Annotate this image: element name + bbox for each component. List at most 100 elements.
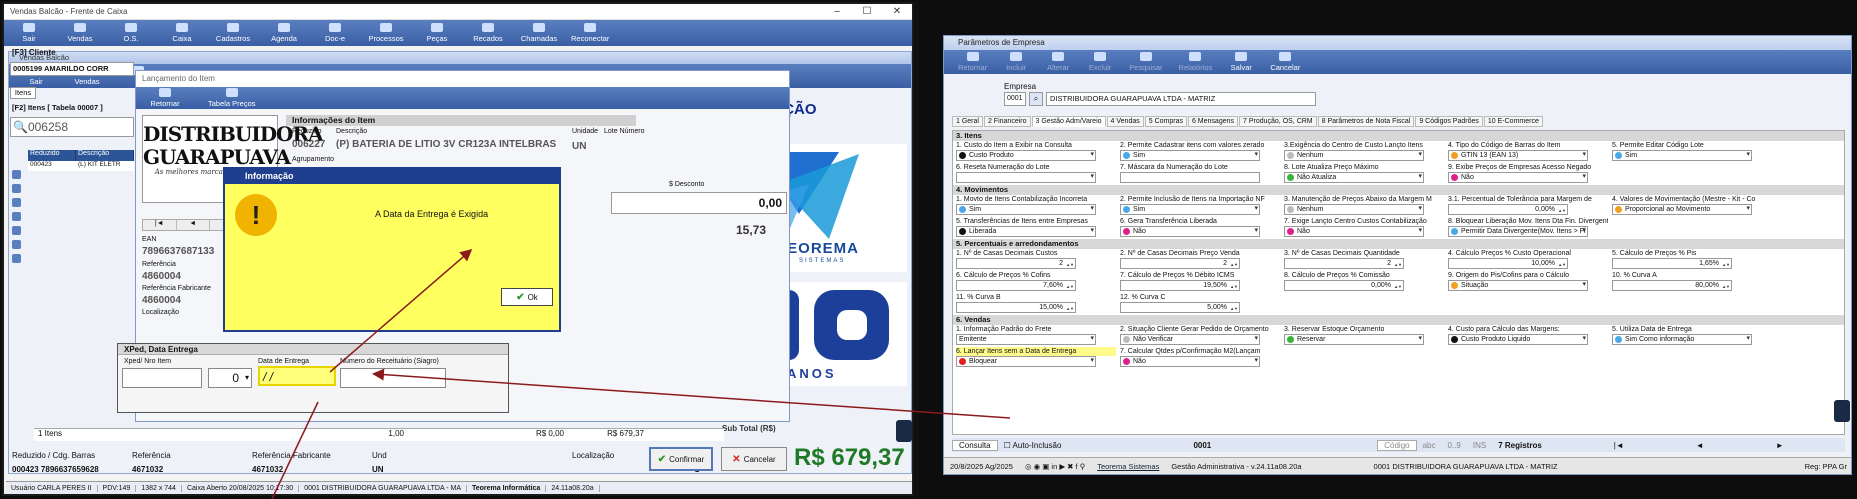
- numeric-stepper[interactable]: 1,65%: [1612, 258, 1732, 269]
- numeric-stepper[interactable]: 19,50%: [1120, 280, 1240, 291]
- parameter-select[interactable]: GTIN 13 (EAN 13): [1448, 150, 1588, 161]
- ok-button[interactable]: ✔ Ok: [501, 288, 553, 306]
- tab-parameter[interactable]: 6 Mensagens: [1187, 116, 1238, 127]
- calls-button[interactable]: Chamadas: [520, 23, 558, 43]
- parameter-select[interactable]: Custo Produto Liquido: [1448, 334, 1588, 345]
- table-row[interactable]: 000423 (L) KIT ELETR: [28, 161, 134, 171]
- parameter-select[interactable]: Não Verificar: [1120, 334, 1260, 345]
- numeric-stepper[interactable]: 2: [1120, 258, 1240, 269]
- xped-input[interactable]: [122, 368, 202, 388]
- parameter-select[interactable]: Situação: [1448, 280, 1588, 291]
- reconnect-button[interactable]: Reconectar: [571, 23, 609, 43]
- tab-parameter[interactable]: 8 Parâmetros de Nota Fiscal: [1317, 116, 1415, 127]
- parameter-select[interactable]: Não: [1120, 356, 1260, 367]
- search-icon[interactable]: ⌕: [1029, 92, 1043, 106]
- parameter-select[interactable]: Reservar: [1284, 334, 1424, 345]
- action-icon[interactable]: [12, 254, 21, 263]
- codigo-search[interactable]: Código: [1377, 439, 1417, 451]
- action-icon[interactable]: [12, 184, 21, 193]
- tab-parameter[interactable]: 1 Geral: [952, 116, 983, 127]
- parameter-select[interactable]: Custo Produto: [956, 150, 1096, 161]
- tab-parameter[interactable]: 10 E-Commerce: [1483, 116, 1543, 127]
- save-button[interactable]: Salvar: [1228, 52, 1254, 72]
- parameter-select[interactable]: [956, 172, 1096, 183]
- client-field[interactable]: 0005199 AMARILDO CORR: [10, 62, 134, 76]
- document-button[interactable]: Doc-e: [316, 23, 354, 43]
- item-number-input[interactable]: 0 ▾: [208, 368, 252, 388]
- chevron-down-icon[interactable]: ▾: [245, 369, 249, 387]
- parameter-select[interactable]: Proporcional ao Movimento: [1612, 204, 1752, 215]
- company-code-input[interactable]: 0001: [1004, 92, 1026, 106]
- tab-parameter[interactable]: 2 Financeiro: [983, 116, 1031, 127]
- parameter-select[interactable]: Nenhum: [1284, 204, 1424, 215]
- scroll-handle[interactable]: [1834, 400, 1850, 422]
- parameter-select[interactable]: Sim Como informação: [1612, 334, 1752, 345]
- data-entrega-input[interactable]: / /: [258, 366, 336, 386]
- calendar-button[interactable]: Agenda: [265, 23, 303, 43]
- maximize-icon[interactable]: ☐: [852, 6, 882, 17]
- parameter-select[interactable]: Não: [1284, 226, 1424, 237]
- sales-button[interactable]: Vendas: [61, 23, 99, 43]
- first-record-icon[interactable]: |◄: [1608, 441, 1630, 450]
- messages-button[interactable]: Recados: [469, 23, 507, 43]
- parameter-select[interactable]: Permitir Data Divergente(Mov. Itens > Fi: [1448, 226, 1588, 237]
- cancel-button[interactable]: Cancelar: [1270, 52, 1300, 72]
- search-input[interactable]: 🔍006258: [10, 117, 134, 137]
- tab-parameter[interactable]: 7 Produção, OS, CRM: [1239, 116, 1317, 127]
- parameter-select[interactable]: Não: [1120, 226, 1260, 237]
- numeric-stepper[interactable]: 2: [956, 258, 1076, 269]
- next-record-icon[interactable]: ►: [1770, 441, 1790, 450]
- parameter-select[interactable]: Liberada: [956, 226, 1096, 237]
- tab-itens[interactable]: Itens: [10, 87, 36, 99]
- parameter-select[interactable]: Nenhum: [1284, 150, 1424, 161]
- scroll-handle[interactable]: [896, 420, 912, 442]
- numeric-stepper[interactable]: 10,00%: [1448, 258, 1568, 269]
- parameter-select[interactable]: Emitente: [956, 334, 1096, 345]
- parameter-select[interactable]: Sim: [1120, 150, 1260, 161]
- teorema-link[interactable]: Teorema Sistemas: [1091, 462, 1165, 471]
- parameter-select[interactable]: Sim: [956, 204, 1096, 215]
- return-button[interactable]: Retornar: [958, 52, 987, 72]
- tab-parameter[interactable]: 4 Vendas: [1106, 116, 1144, 127]
- numeric-stepper[interactable]: 2: [1284, 258, 1404, 269]
- action-icon[interactable]: [12, 198, 21, 207]
- edit-button[interactable]: Alterar: [1045, 52, 1071, 72]
- confirm-button[interactable]: ✔ Confirmar: [649, 447, 713, 471]
- close-icon[interactable]: ✕: [882, 6, 912, 17]
- parameter-select[interactable]: Sim: [1120, 204, 1260, 215]
- return-button[interactable]: Retornar: [146, 88, 184, 108]
- action-icon[interactable]: [12, 170, 21, 179]
- minimize-icon[interactable]: –: [822, 6, 852, 17]
- parameter-select[interactable]: Bloquear: [956, 356, 1096, 367]
- exit-button[interactable]: Sair: [10, 23, 48, 43]
- receituario-input[interactable]: [340, 368, 446, 388]
- register-button[interactable]: Cadastros: [214, 23, 252, 43]
- report-button[interactable]: Relatórios: [1179, 52, 1212, 72]
- action-icon[interactable]: [12, 240, 21, 249]
- parameter-select[interactable]: Sim: [1612, 150, 1752, 161]
- service-order-button[interactable]: O.S.: [112, 23, 150, 43]
- parameter-select[interactable]: Não: [1448, 172, 1588, 183]
- auto-inclusao-checkbox[interactable]: ☐ Auto-Inclusão: [998, 441, 1068, 450]
- numeric-stepper[interactable]: 7,60%: [956, 280, 1076, 291]
- numeric-stepper[interactable]: 80,00%: [1612, 280, 1732, 291]
- consulta-tab[interactable]: Consulta: [952, 439, 998, 451]
- delete-button[interactable]: Excluir: [1087, 52, 1113, 72]
- numeric-stepper[interactable]: 15,00%: [956, 302, 1076, 313]
- numeric-stepper[interactable]: 5,00%: [1120, 302, 1240, 313]
- add-button[interactable]: Incluir: [1003, 52, 1029, 72]
- parameter-select[interactable]: Não Atualiza: [1284, 172, 1424, 183]
- tab-parameter[interactable]: 9 Códigos Padrões: [1415, 116, 1483, 127]
- action-icon[interactable]: [12, 212, 21, 221]
- tab-parameter[interactable]: 5 Compras: [1144, 116, 1187, 127]
- cancel-button[interactable]: ✕ Cancelar: [721, 447, 787, 471]
- numeric-stepper[interactable]: 0,00%: [1448, 204, 1568, 215]
- parameter-select[interactable]: [1120, 172, 1260, 183]
- process-button[interactable]: Processos: [367, 23, 405, 43]
- price-table-button[interactable]: Tabela Preços: [208, 88, 256, 108]
- nav-prev-button[interactable]: ◄: [177, 220, 210, 230]
- prev-record-icon[interactable]: ◄: [1690, 441, 1710, 450]
- tab-parameter[interactable]: 3 Gestão Adm/Vareio: [1031, 116, 1106, 127]
- last-record-icon[interactable]: ►|: [1850, 441, 1851, 450]
- numeric-stepper[interactable]: 0,00%: [1284, 280, 1404, 291]
